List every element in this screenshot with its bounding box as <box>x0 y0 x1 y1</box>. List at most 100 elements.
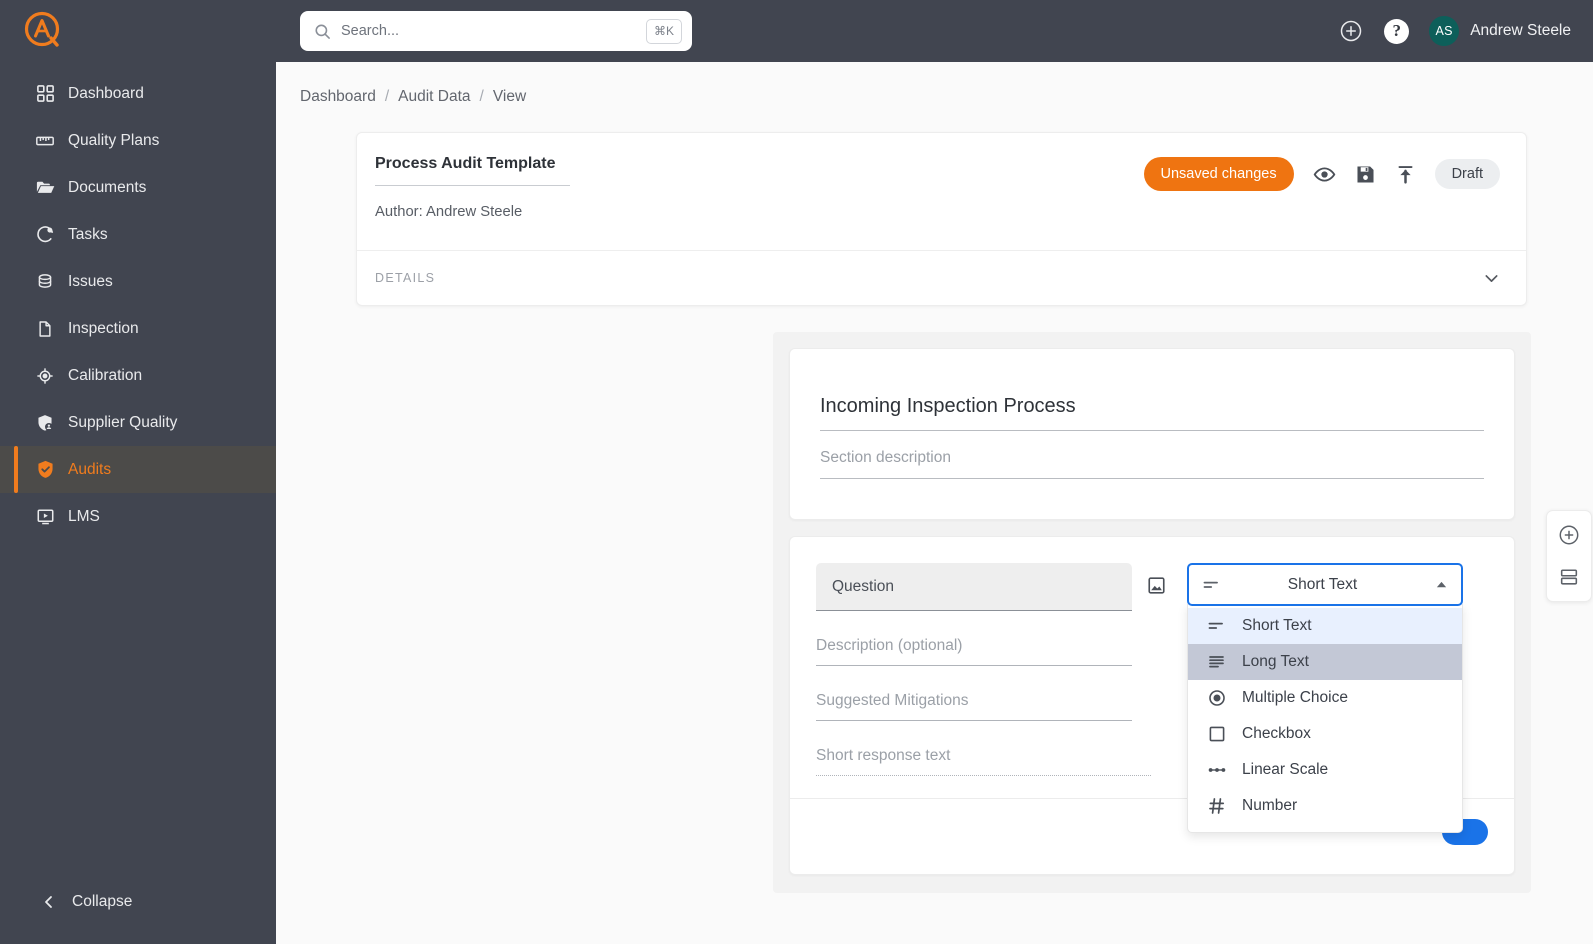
pie-progress-icon <box>30 225 60 244</box>
app-root: Dashboard Quality Plans Documents Tasks … <box>0 0 1593 944</box>
section-title-input[interactable]: Incoming Inspection Process <box>820 395 1484 431</box>
add-toolbar <box>1546 510 1592 602</box>
breadcrumb-item-dashboard[interactable]: Dashboard <box>300 88 376 106</box>
database-icon <box>30 273 60 291</box>
search-container[interactable]: ⌘K <box>300 11 692 51</box>
upload-icon[interactable] <box>1395 164 1416 185</box>
sidebar-item-label: Inspection <box>68 319 139 337</box>
sidebar-item-label: Supplier Quality <box>68 413 178 431</box>
question-type-dropdown: Short Text Long Text Multiple Choice Che… <box>1187 604 1463 833</box>
dropdown-option-number[interactable]: Number <box>1188 788 1462 824</box>
question-type-select[interactable]: Short Text <box>1187 563 1463 606</box>
question-description-input[interactable]: Description (optional) <box>816 637 1132 666</box>
sidebar-nav: Dashboard Quality Plans Documents Tasks … <box>0 70 276 540</box>
video-play-icon <box>30 507 60 526</box>
sidebar-item-calibration[interactable]: Calibration <box>0 352 276 399</box>
topbar-actions: ? AS Andrew Steele <box>1338 16 1571 46</box>
template-title[interactable]: Process Audit Template <box>375 155 570 186</box>
question-card: Question Description (optional) Suggeste… <box>789 536 1515 875</box>
status-badge[interactable]: Draft <box>1434 159 1500 189</box>
sidebar-item-quality-plans[interactable]: Quality Plans <box>0 117 276 164</box>
company-logo-icon <box>22 10 64 52</box>
sidebar-item-label: Audits <box>68 460 112 478</box>
question-fields: Question Description (optional) Suggeste… <box>816 563 1151 776</box>
sidebar-item-label: Documents <box>68 178 147 196</box>
sidebar-item-label: Tasks <box>68 225 108 243</box>
breadcrumb: Dashboard / Audit Data / View <box>276 62 1593 106</box>
breadcrumb-item-audit-data[interactable]: Audit Data <box>398 88 470 106</box>
unsaved-changes-badge[interactable]: Unsaved changes <box>1143 157 1294 191</box>
short-text-icon <box>1202 575 1224 595</box>
dropdown-option-multiple-choice[interactable]: Multiple Choice <box>1188 680 1462 716</box>
sidebar-item-issues[interactable]: Issues <box>0 258 276 305</box>
sidebar-item-label: Calibration <box>68 366 143 384</box>
ruler-icon <box>30 131 60 151</box>
template-meta: Process Audit Template Author: Andrew St… <box>375 155 1144 220</box>
folder-icon <box>30 177 60 198</box>
sidebar-item-label: Dashboard <box>68 84 144 102</box>
form-builder: Incoming Inspection Process Section desc… <box>773 332 1531 893</box>
sidebar-collapse-button[interactable]: Collapse <box>0 882 276 922</box>
plus-circle-icon[interactable] <box>1338 18 1364 44</box>
add-section-icon[interactable] <box>1558 566 1580 588</box>
section-card: Incoming Inspection Process Section desc… <box>789 348 1515 520</box>
dropdown-option-linear-scale[interactable]: Linear Scale <box>1188 752 1462 788</box>
logo-container[interactable] <box>0 0 276 62</box>
chevron-left-icon <box>34 895 64 909</box>
dropdown-option-short-text[interactable]: Short Text <box>1188 608 1462 644</box>
dropdown-option-label: Checkbox <box>1242 725 1311 742</box>
short-text-icon <box>1206 616 1228 636</box>
question-text-input[interactable]: Question <box>816 563 1132 611</box>
crosshair-icon <box>30 366 60 386</box>
hash-icon <box>1206 796 1228 816</box>
dropdown-option-checkbox[interactable]: Checkbox <box>1188 716 1462 752</box>
sidebar-item-audits[interactable]: Audits <box>0 446 276 493</box>
chevron-up-icon <box>1435 578 1448 591</box>
linear-scale-icon <box>1206 760 1228 780</box>
question-type-control: Short Text Short Text Long Text Multiple… <box>1187 563 1463 833</box>
question-row: Question Description (optional) Suggeste… <box>816 563 1488 833</box>
shield-user-icon <box>30 413 60 433</box>
checkbox-icon <box>1206 724 1228 744</box>
long-text-icon <box>1206 652 1228 672</box>
sidebar: Dashboard Quality Plans Documents Tasks … <box>0 0 276 944</box>
main-area: ⌘K ? AS Andrew Steele Dashboard / Au <box>276 0 1593 944</box>
sidebar-item-label: Issues <box>68 272 113 290</box>
chevron-down-icon <box>1483 270 1500 287</box>
dropdown-option-label: Short Text <box>1242 617 1312 634</box>
user-menu[interactable]: AS Andrew Steele <box>1429 16 1571 46</box>
file-icon <box>30 320 60 338</box>
question-type-value: Short Text <box>1287 575 1358 593</box>
breadcrumb-separator: / <box>384 88 390 105</box>
dropdown-option-long-text[interactable]: Long Text <box>1188 644 1462 680</box>
image-icon[interactable] <box>1146 575 1167 596</box>
details-label: DETAILS <box>375 271 436 285</box>
search-shortcut-badge: ⌘K <box>646 18 682 44</box>
search-icon <box>314 23 331 40</box>
dropdown-option-label: Linear Scale <box>1242 761 1329 778</box>
sidebar-item-documents[interactable]: Documents <box>0 164 276 211</box>
plus-circle-icon[interactable] <box>1558 524 1580 546</box>
template-actions: Unsaved changes Draft <box>1143 155 1500 191</box>
shield-check-icon <box>30 459 60 480</box>
sidebar-item-dashboard[interactable]: Dashboard <box>0 70 276 117</box>
suggested-mitigations-input[interactable]: Suggested Mitigations <box>816 692 1132 721</box>
avatar: AS <box>1429 16 1460 46</box>
user-name: Andrew Steele <box>1470 22 1571 39</box>
sidebar-collapse-label: Collapse <box>72 893 133 910</box>
sidebar-item-label: Quality Plans <box>68 131 160 149</box>
eye-icon[interactable] <box>1313 163 1336 186</box>
dropdown-option-label: Long Text <box>1242 653 1309 670</box>
breadcrumb-item-view[interactable]: View <box>493 88 526 106</box>
sidebar-item-inspection[interactable]: Inspection <box>0 305 276 352</box>
sidebar-item-lms[interactable]: LMS <box>0 493 276 540</box>
details-accordion-toggle[interactable]: DETAILS <box>357 250 1526 305</box>
sidebar-item-tasks[interactable]: Tasks <box>0 211 276 258</box>
dropdown-option-label: Multiple Choice <box>1242 689 1348 706</box>
sidebar-item-supplier-quality[interactable]: Supplier Quality <box>0 399 276 446</box>
section-description-input[interactable]: Section description <box>820 449 1484 479</box>
floppy-save-icon[interactable] <box>1355 164 1376 185</box>
help-icon[interactable]: ? <box>1384 18 1410 44</box>
search-input[interactable] <box>341 23 636 39</box>
template-header-top: Process Audit Template Author: Andrew St… <box>375 155 1500 220</box>
